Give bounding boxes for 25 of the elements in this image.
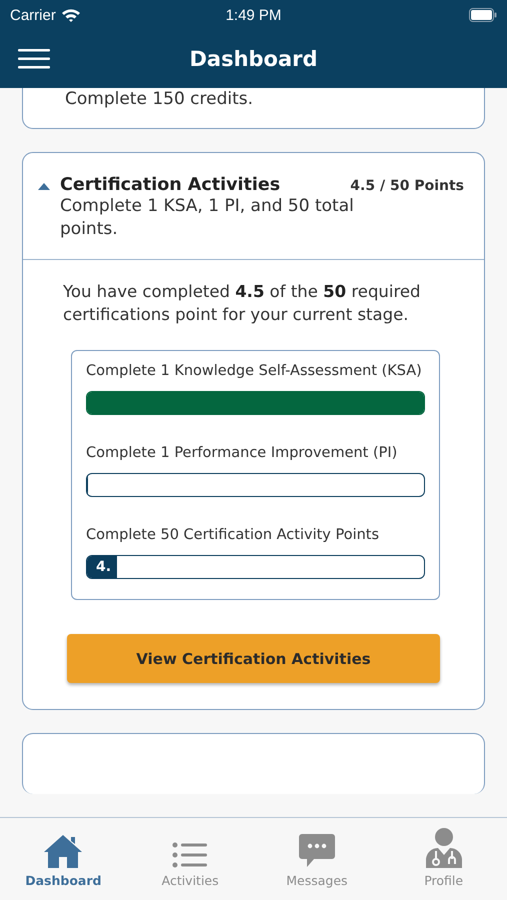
- home-icon: [43, 833, 84, 869]
- tab-item[interactable]: Profile: [380, 818, 507, 900]
- card-title[interactable]: Certification Activities: [60, 175, 280, 195]
- tab-item[interactable]: Dashboard: [0, 818, 127, 900]
- requirement-label: Complete 50 Certification Activity Points: [86, 527, 380, 543]
- points-label: 4.5 / 50 Points: [350, 178, 464, 194]
- card-subtitle: Complete 1 KSA, 1 PI, and 50 total points.: [60, 195, 355, 241]
- chat-bubble-icon: [298, 833, 336, 869]
- tab-item[interactable]: Activities: [126, 818, 254, 900]
- status-time: 1:49 PM: [224, 6, 282, 24]
- progress-value: 4.: [95, 559, 112, 575]
- header-title: Dashboard: [189, 47, 318, 71]
- requirement-label: Complete 1 Knowledge Self-Assessment (KSA): [86, 363, 423, 379]
- requirement-label: Complete 1 Performance Improvement (PI): [86, 445, 398, 461]
- wifi-icon: [60, 8, 81, 22]
- doctor-icon: [424, 827, 464, 869]
- carrier-label: Carrier: [10, 6, 56, 24]
- menu-button[interactable]: [18, 48, 50, 70]
- collapse-caret-icon[interactable]: [38, 182, 50, 190]
- card-subtitle: Complete 150 credits.: [65, 88, 254, 111]
- view-activities-button[interactable]: View Certification Activities: [67, 634, 440, 683]
- summary-text: You have completed 4.5 of the 50 required certifications point for your current stage.: [63, 281, 422, 326]
- list-icon: [172, 841, 208, 869]
- tab-item[interactable]: Messages: [254, 818, 380, 900]
- battery-icon: [469, 8, 497, 22]
